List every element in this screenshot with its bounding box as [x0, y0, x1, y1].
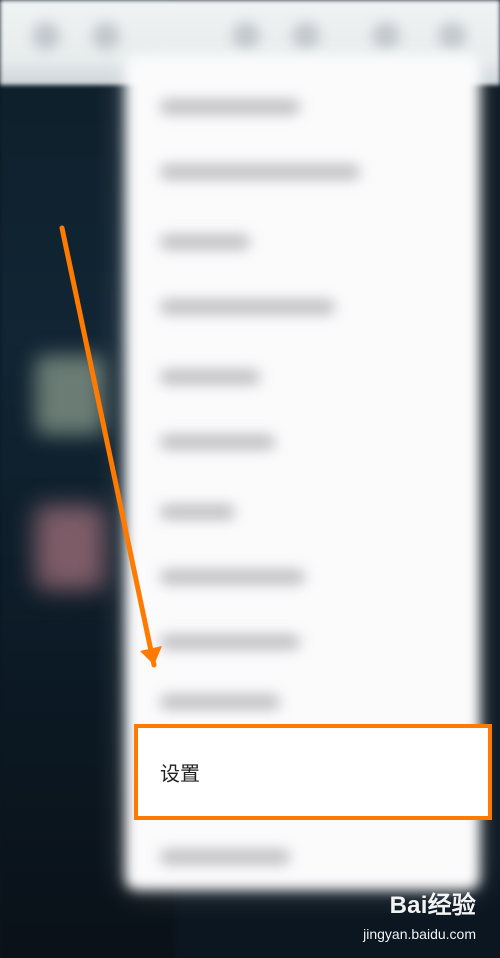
watermark-logo: Bai经验 [389, 892, 476, 919]
blurred-thumbnail-pink [35, 505, 105, 590]
baidu-jingyan-watermark: Bai经验 jingyan.baidu.com [326, 892, 476, 942]
settings-menu-item[interactable]: 设置 [134, 724, 492, 820]
blurred-thumbnail-green [35, 355, 105, 435]
watermark-url: jingyan.baidu.com [363, 926, 476, 942]
settings-label: 设置 [160, 763, 200, 786]
